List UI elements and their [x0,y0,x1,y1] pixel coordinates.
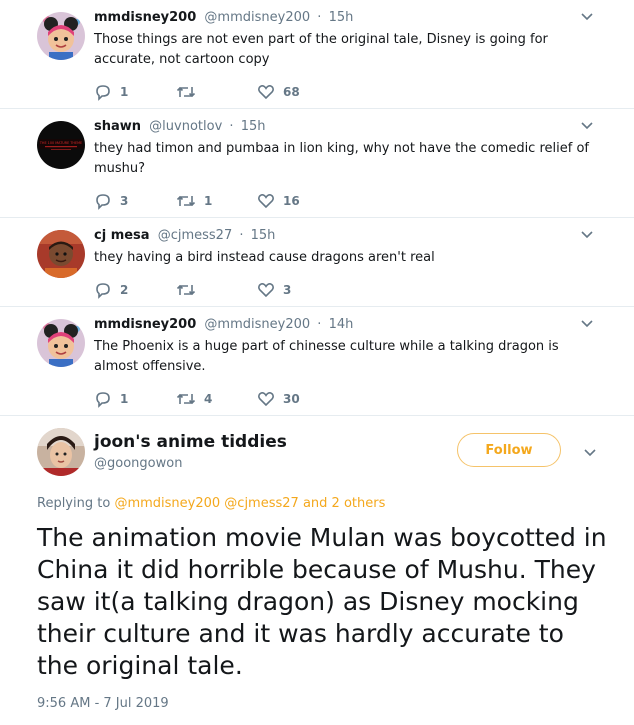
reply-tweet[interactable]: mmdisney200 @mmdisney200 · 15h Those thi… [0,0,634,108]
reply-icon [96,392,110,408]
reply-count: 3 [120,194,129,208]
divider [0,415,634,416]
reply-icon [96,85,110,101]
like-count: 3 [283,283,292,297]
display-name[interactable]: joon's anime tiddies [94,432,287,452]
user-handle[interactable]: @cjmess27 [158,228,233,243]
separator-dot: · [239,228,244,243]
reply-icon [96,283,110,299]
retweet-count: 1 [204,194,213,208]
like-button[interactable]: 30 [257,389,300,409]
avatar[interactable] [37,230,85,278]
reply-button[interactable]: 1 [94,389,128,409]
display-name[interactable]: mmdisney200 [94,317,196,332]
retweet-count: 4 [204,392,213,406]
chevron-down-icon[interactable] [580,121,594,131]
tweet-actions: 3 1 16 [94,191,494,211]
reply-count: 1 [120,392,129,406]
user-handle[interactable]: @mmdisney200 [204,317,310,332]
display-name[interactable]: shawn [94,119,141,134]
avatar[interactable]: THE 100 MATURE THEME [37,121,85,169]
retweet-button[interactable]: 4 [176,389,212,409]
tweet-text: they had timon and pumbaa in lion king, … [94,141,589,176]
reply-tweet[interactable]: THE 100 MATURE THEME shawn @luvnotlov · … [0,109,634,217]
retweet-button[interactable] [176,82,204,102]
others-link[interactable]: and 2 others [303,496,385,511]
retweet-icon [176,284,196,296]
heart-icon [258,283,274,298]
replying-to: Replying to @mmdisney200 @cjmess27 and 2… [37,496,385,511]
heart-icon [258,392,274,407]
avatar-banner-text: THE 100 MATURE THEME [39,141,82,145]
retweet-button[interactable] [176,280,204,300]
tweet-time[interactable]: 15h [241,119,266,134]
mention-link[interactable]: @cjmess27 [224,496,299,511]
avatar[interactable] [37,428,85,476]
tweet-text: The Phoenix is a huge part of chinesse c… [94,339,559,374]
tweet-time[interactable]: 15h [329,10,354,25]
mention-link[interactable]: @mmdisney200 [114,496,220,511]
chevron-down-icon[interactable] [580,230,594,240]
tweet-time[interactable]: 14h [329,317,354,332]
user-handle[interactable]: @goongowon [94,456,182,471]
replying-prefix: Replying to [37,496,111,511]
chevron-down-icon[interactable] [580,319,594,329]
display-name[interactable]: cj mesa [94,228,150,243]
like-button[interactable]: 3 [257,280,291,300]
reply-tweet[interactable]: cj mesa @cjmess27 · 15h they having a bi… [0,218,634,306]
chevron-down-icon[interactable] [583,448,597,458]
display-name[interactable]: mmdisney200 [94,10,196,25]
avatar[interactable] [37,12,85,60]
chevron-down-icon[interactable] [580,12,594,22]
reply-button[interactable]: 1 [94,82,128,102]
follow-button[interactable]: Follow [457,433,561,467]
like-button[interactable]: 68 [257,82,300,102]
like-count: 30 [283,392,300,406]
tweet-text: they having a bird instead cause dragons… [94,250,435,265]
heart-icon [258,194,274,209]
separator-dot: · [317,317,322,332]
reply-tweet[interactable]: mmdisney200 @mmdisney200 · 14h The Phoen… [0,307,634,415]
heart-icon [258,85,274,100]
reply-count: 1 [120,85,129,99]
avatar[interactable] [37,319,85,367]
reply-icon [96,194,110,210]
main-tweet-text: The animation movie Mulan was boycotted … [37,523,607,680]
like-count: 68 [283,85,300,99]
retweet-icon [176,393,196,405]
user-handle[interactable]: @mmdisney200 [204,10,310,25]
tweet-text: Those things are not even part of the or… [94,32,548,67]
reply-button[interactable]: 3 [94,191,128,211]
separator-dot: · [317,10,322,25]
tweet-actions: 1 68 [94,82,494,102]
tweet-timestamp[interactable]: 9:56 AM - 7 Jul 2019 [37,696,169,711]
user-handle[interactable]: @luvnotlov [149,119,222,134]
retweet-button[interactable]: 1 [176,191,212,211]
retweet-icon [176,195,196,207]
reply-count: 2 [120,283,129,297]
reply-button[interactable]: 2 [94,280,128,300]
tweet-actions: 2 3 [94,280,494,300]
like-count: 16 [283,194,300,208]
tweet-time[interactable]: 15h [251,228,276,243]
separator-dot: · [229,119,234,134]
like-button[interactable]: 16 [257,191,300,211]
tweet-actions: 1 4 30 [94,389,494,409]
retweet-icon [176,86,196,98]
